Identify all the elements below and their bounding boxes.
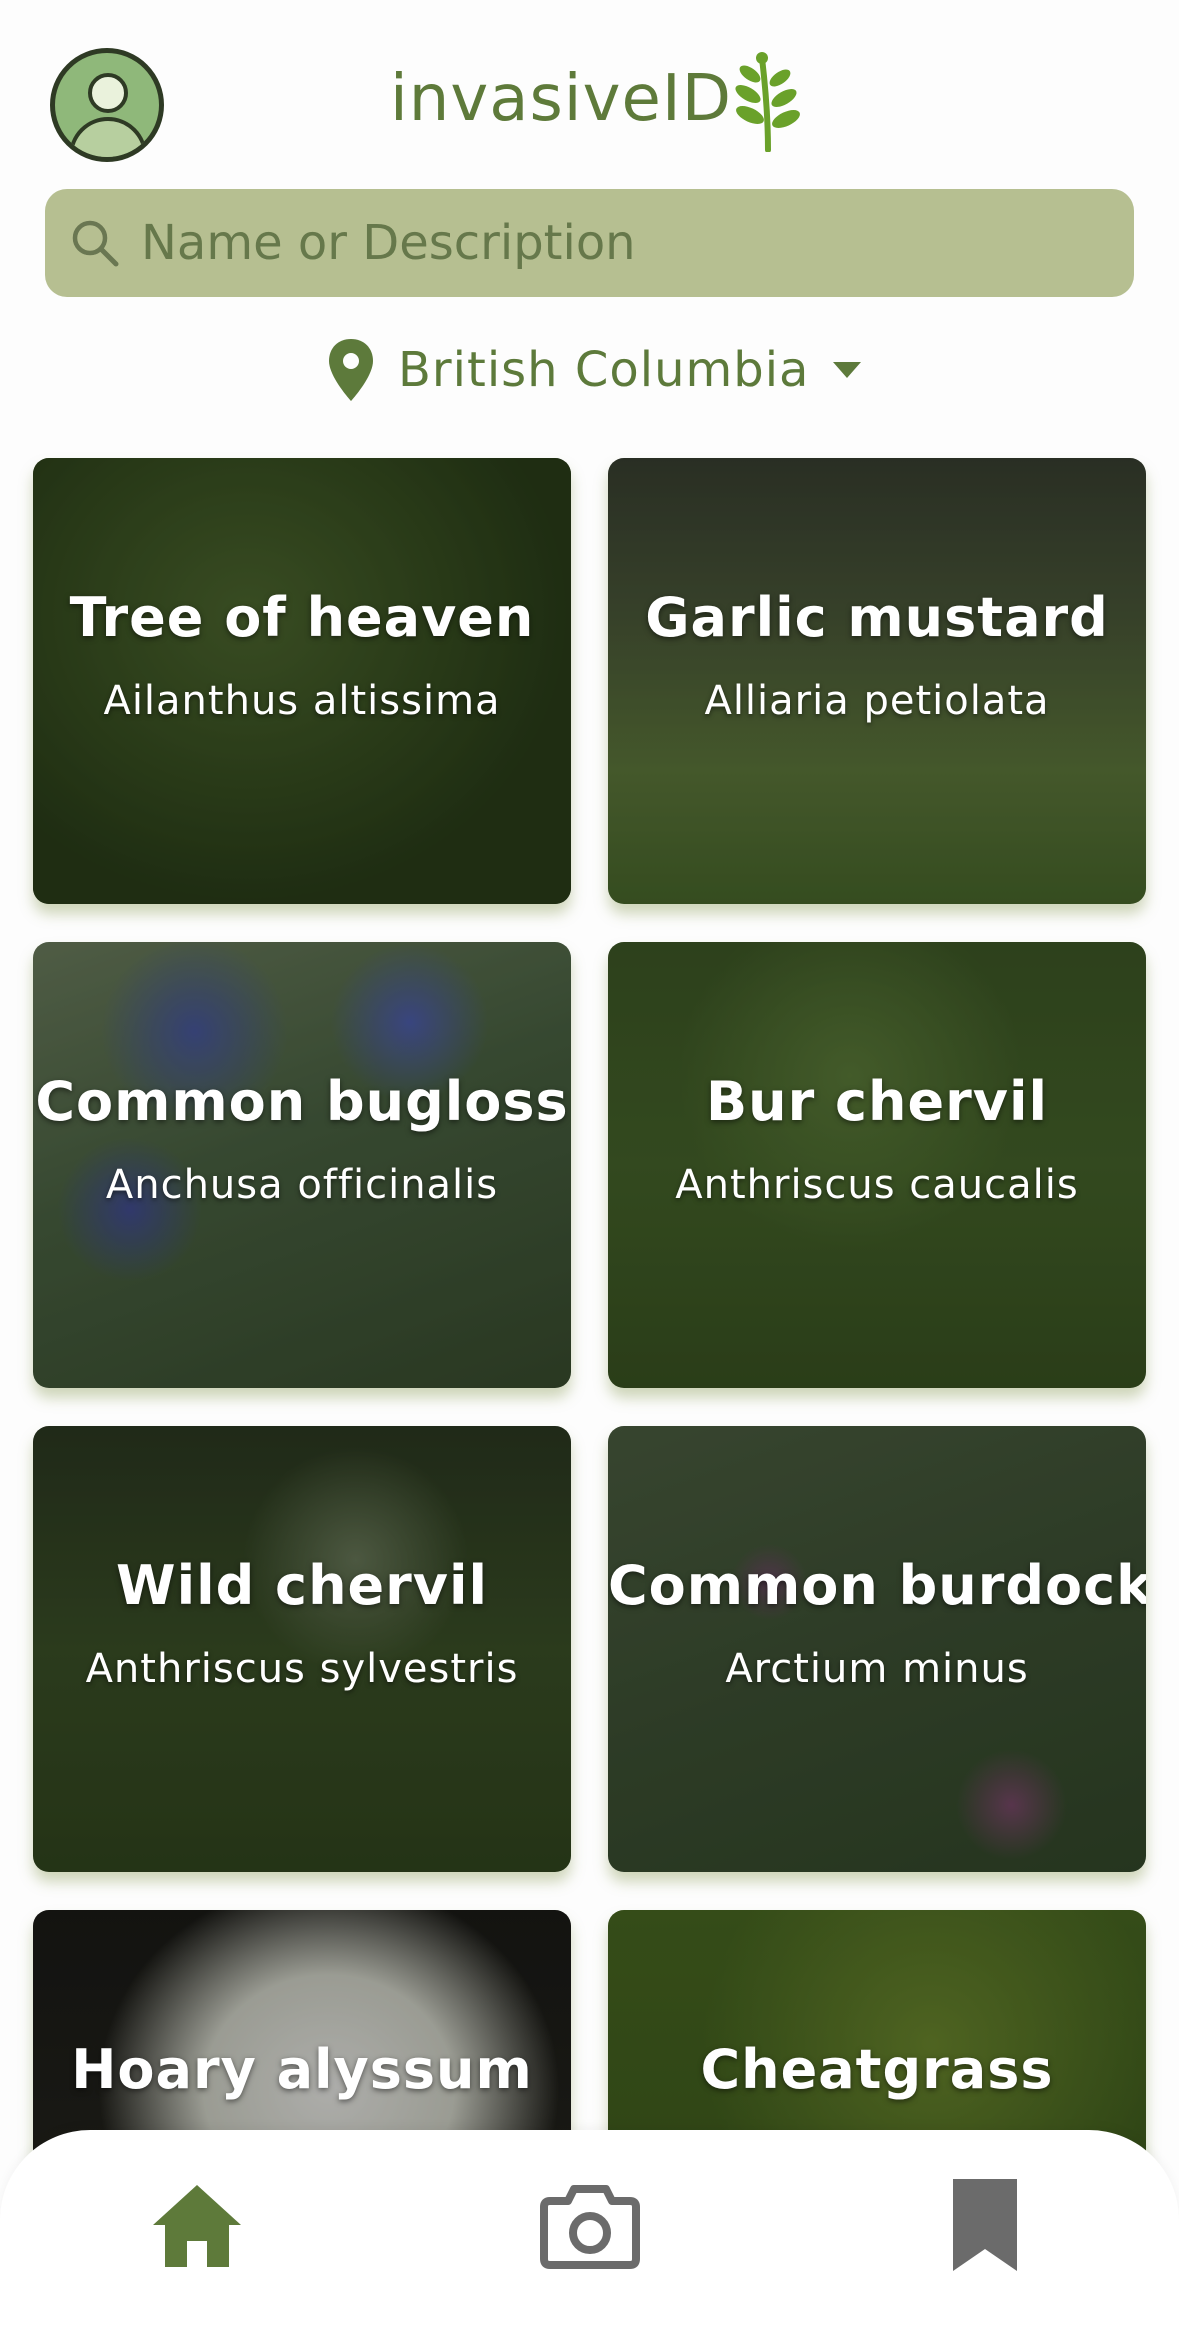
card-common-name: Wild chervil [116, 1554, 488, 1617]
home-icon [153, 2185, 241, 2267]
bottom-tab-bar [0, 2130, 1179, 2334]
search-input[interactable] [141, 215, 1091, 271]
card-common-name: Cheatgrass [700, 2038, 1054, 2101]
profile-avatar[interactable] [50, 48, 164, 162]
card-scientific-name: Ailanthus altissima [103, 678, 501, 724]
camera-icon [540, 2185, 640, 2269]
tab-camera[interactable] [535, 2170, 645, 2280]
species-card-wild-chervil[interactable]: Wild chervil Anthriscus sylvestris [33, 1426, 571, 1872]
card-common-name: Tree of heaven [69, 586, 535, 649]
leaf-icon [735, 52, 800, 152]
bookmark-icon [953, 2179, 1017, 2271]
tab-bookmarks[interactable] [930, 2170, 1040, 2280]
species-card-common-bugloss[interactable]: Common bugloss Anchusa officinalis [33, 942, 571, 1388]
card-scientific-name: Anchusa officinalis [105, 1162, 499, 1208]
card-common-name: Common bugloss [35, 1070, 569, 1133]
app-title: invasiveID [390, 62, 732, 136]
location-label: British Columbia [398, 342, 810, 398]
card-common-name: Hoary alyssum [71, 2038, 533, 2101]
header: invasiveID [0, 0, 1179, 180]
search-icon [72, 220, 119, 267]
card-common-name: Garlic mustard [645, 586, 1109, 649]
species-card-tree-of-heaven[interactable]: Tree of heaven Ailanthus altissima [33, 458, 571, 904]
search-bar[interactable] [45, 189, 1134, 297]
chevron-down-icon [833, 362, 862, 378]
card-common-name: Common burdock [608, 1554, 1146, 1617]
avatar-head-shape [88, 73, 128, 113]
avatar-body-shape [69, 117, 147, 157]
card-scientific-name: Arctium minus [725, 1646, 1029, 1692]
card-scientific-name: Alliaria petiolata [704, 678, 1050, 724]
species-card-garlic-mustard[interactable]: Garlic mustard Alliaria petiolata [608, 458, 1146, 904]
card-scientific-name: Anthriscus sylvestris [85, 1646, 519, 1692]
location-selector[interactable]: British Columbia [326, 332, 863, 408]
species-card-common-burdock[interactable]: Common burdock Arctium minus [608, 1426, 1146, 1872]
card-scientific-name: Anthriscus caucalis [675, 1162, 1079, 1208]
tab-home[interactable] [142, 2170, 252, 2280]
card-common-name: Bur chervil [706, 1070, 1048, 1133]
location-pin-icon [329, 339, 373, 401]
species-card-bur-chervil[interactable]: Bur chervil Anthriscus caucalis [608, 942, 1146, 1388]
